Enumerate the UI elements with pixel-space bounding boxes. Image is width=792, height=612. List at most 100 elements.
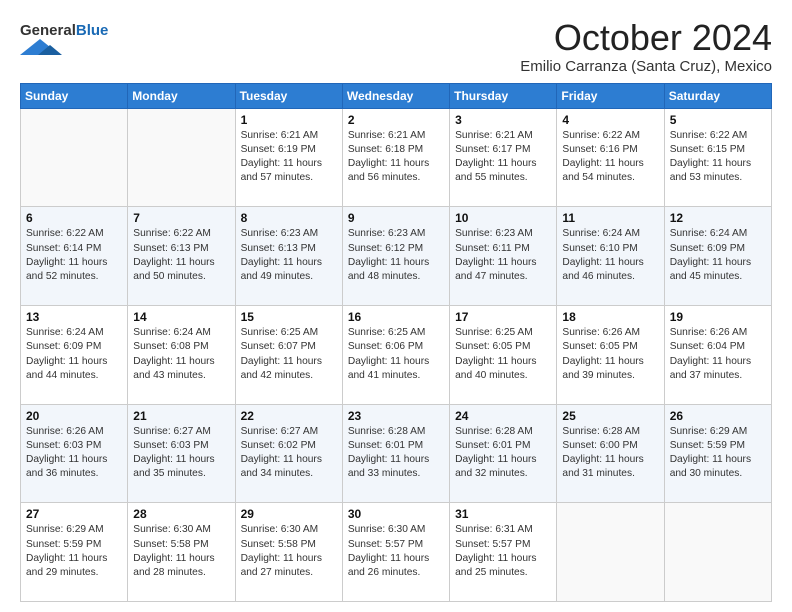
week-row-2: 6Sunrise: 6:22 AM Sunset: 6:14 PM Daylig… xyxy=(21,207,772,306)
header-row: SundayMondayTuesdayWednesdayThursdayFrid… xyxy=(21,83,772,108)
cell-info: Sunrise: 6:21 AM Sunset: 6:19 PM Dayligh… xyxy=(241,129,337,186)
logo: GeneralBlue xyxy=(20,22,108,60)
day-number: 25 xyxy=(562,409,658,423)
cell-info: Sunrise: 6:28 AM Sunset: 6:01 PM Dayligh… xyxy=(348,425,444,482)
week-row-3: 13 Sunrise: 6:24 AM Sunset: 6:09 PM Dayli… xyxy=(21,305,772,404)
day-number: 18 xyxy=(562,310,658,324)
day-number: 29 xyxy=(241,507,337,521)
cell-info: Sunrise: 6:25 AM Sunset: 6:05 PM Dayligh… xyxy=(455,326,551,383)
calendar-cell: 5 Sunrise: 6:22 AM Sunset: 6:15 PM Daylig… xyxy=(664,108,771,207)
day-number: 5 xyxy=(670,113,766,127)
cell-info: Sunrise: 6:24 AM Sunset: 6:09 PM Dayligh… xyxy=(26,326,122,383)
cell-info: Sunrise: 6:28 AM Sunset: 6:00 PM Dayligh… xyxy=(562,425,658,482)
calendar-cell: 21 Sunrise: 6:27 AM Sunset: 6:03 PM Dayli… xyxy=(128,404,235,503)
cell-info: Sunrise: 6:30 AM Sunset: 5:58 PM Dayligh… xyxy=(241,523,337,580)
cell-info: Sunrise: 6:30 AM Sunset: 5:57 PM Dayligh… xyxy=(348,523,444,580)
day-number: 11 xyxy=(562,211,658,225)
day-number: 4 xyxy=(562,113,658,127)
day-number: 17 xyxy=(455,310,551,324)
cell-info: Sunrise: 6:31 AM Sunset: 5:57 PM Dayligh… xyxy=(455,523,551,580)
day-number: 28 xyxy=(133,507,229,521)
logo-text: GeneralBlue xyxy=(20,22,108,39)
day-number: 9 xyxy=(348,211,444,225)
day-number: 23 xyxy=(348,409,444,423)
cell-info: Sunrise: 6:22 AM Sunset: 6:16 PM Dayligh… xyxy=(562,129,658,186)
cell-info: Sunrise: 6:22 AM Sunset: 6:15 PM Dayligh… xyxy=(670,129,766,186)
day-number: 24 xyxy=(455,409,551,423)
calendar-table: SundayMondayTuesdayWednesdayThursdayFrid… xyxy=(20,83,772,602)
calendar-cell: 15Sunrise: 6:25 AM Sunset: 6:07 PM Dayli… xyxy=(235,305,342,404)
day-number: 8 xyxy=(241,211,337,225)
cell-info: Sunrise: 6:27 AM Sunset: 6:02 PM Dayligh… xyxy=(241,425,337,482)
day-number: 13 xyxy=(26,310,122,324)
day-number: 12 xyxy=(670,211,766,225)
day-number: 30 xyxy=(348,507,444,521)
calendar-cell: 16Sunrise: 6:25 AM Sunset: 6:06 PM Dayli… xyxy=(342,305,449,404)
calendar-cell xyxy=(21,108,128,207)
calendar-cell: 13 Sunrise: 6:24 AM Sunset: 6:09 PM Dayli… xyxy=(21,305,128,404)
calendar-cell: 25 Sunrise: 6:28 AM Sunset: 6:00 PM Dayli… xyxy=(557,404,664,503)
cell-info: Sunrise: 6:24 AM Sunset: 6:10 PM Dayligh… xyxy=(562,227,658,284)
cell-info: Sunrise: 6:26 AM Sunset: 6:04 PM Dayligh… xyxy=(670,326,766,383)
day-header-wednesday: Wednesday xyxy=(342,83,449,108)
calendar-cell: 24Sunrise: 6:28 AM Sunset: 6:01 PM Dayli… xyxy=(450,404,557,503)
page: GeneralBlue October 2024 Emilio Carranza… xyxy=(0,0,792,612)
calendar-cell: 28 Sunrise: 6:30 AM Sunset: 5:58 PM Dayli… xyxy=(128,503,235,602)
day-header-monday: Monday xyxy=(128,83,235,108)
day-header-sunday: Sunday xyxy=(21,83,128,108)
cell-info: Sunrise: 6:23 AM Sunset: 6:11 PM Dayligh… xyxy=(455,227,551,284)
day-number: 7 xyxy=(133,211,229,225)
cell-info: Sunrise: 6:21 AM Sunset: 6:17 PM Dayligh… xyxy=(455,129,551,186)
day-number: 16 xyxy=(348,310,444,324)
cell-info: Sunrise: 6:24 AM Sunset: 6:08 PM Dayligh… xyxy=(133,326,229,383)
calendar-cell xyxy=(664,503,771,602)
cell-info: Sunrise: 6:26 AM Sunset: 6:05 PM Dayligh… xyxy=(562,326,658,383)
day-number: 21 xyxy=(133,409,229,423)
logo-blue: Blue xyxy=(76,22,109,39)
calendar-cell: 14 Sunrise: 6:24 AM Sunset: 6:08 PM Dayli… xyxy=(128,305,235,404)
cell-info: Sunrise: 6:30 AM Sunset: 5:58 PM Dayligh… xyxy=(133,523,229,580)
calendar-cell: 17 Sunrise: 6:25 AM Sunset: 6:05 PM Dayli… xyxy=(450,305,557,404)
calendar-cell: 9 Sunrise: 6:23 AM Sunset: 6:12 PM Daylig… xyxy=(342,207,449,306)
calendar-cell: 27 Sunrise: 6:29 AM Sunset: 5:59 PM Dayli… xyxy=(21,503,128,602)
day-number: 14 xyxy=(133,310,229,324)
calendar-cell: 8 Sunrise: 6:23 AM Sunset: 6:13 PM Daylig… xyxy=(235,207,342,306)
calendar-cell: 10 Sunrise: 6:23 AM Sunset: 6:11 PM Dayli… xyxy=(450,207,557,306)
month-title: October 2024 xyxy=(520,18,772,58)
calendar-cell: 7 Sunrise: 6:22 AM Sunset: 6:13 PM Daylig… xyxy=(128,207,235,306)
calendar-cell: 19Sunrise: 6:26 AM Sunset: 6:04 PM Dayli… xyxy=(664,305,771,404)
cell-info: Sunrise: 6:29 AM Sunset: 5:59 PM Dayligh… xyxy=(26,523,122,580)
day-number: 26 xyxy=(670,409,766,423)
calendar-cell: 29 Sunrise: 6:30 AM Sunset: 5:58 PM Dayli… xyxy=(235,503,342,602)
cell-info: Sunrise: 6:26 AM Sunset: 6:03 PM Dayligh… xyxy=(26,425,122,482)
calendar-cell: 22 Sunrise: 6:27 AM Sunset: 6:02 PM Dayli… xyxy=(235,404,342,503)
calendar-cell: 30 Sunrise: 6:30 AM Sunset: 5:57 PM Dayli… xyxy=(342,503,449,602)
day-number: 27 xyxy=(26,507,122,521)
day-number: 22 xyxy=(241,409,337,423)
cell-info: Sunrise: 6:29 AM Sunset: 5:59 PM Dayligh… xyxy=(670,425,766,482)
day-header-saturday: Saturday xyxy=(664,83,771,108)
calendar-cell: 31Sunrise: 6:31 AM Sunset: 5:57 PM Dayli… xyxy=(450,503,557,602)
calendar-cell: 26 Sunrise: 6:29 AM Sunset: 5:59 PM Dayli… xyxy=(664,404,771,503)
calendar-cell: 3 Sunrise: 6:21 AM Sunset: 6:17 PM Daylig… xyxy=(450,108,557,207)
week-row-5: 27 Sunrise: 6:29 AM Sunset: 5:59 PM Dayli… xyxy=(21,503,772,602)
calendar-cell: 20Sunrise: 6:26 AM Sunset: 6:03 PM Dayli… xyxy=(21,404,128,503)
calendar-cell: 2Sunrise: 6:21 AM Sunset: 6:18 PM Daylig… xyxy=(342,108,449,207)
header: GeneralBlue October 2024 Emilio Carranza… xyxy=(20,18,772,75)
cell-info: Sunrise: 6:23 AM Sunset: 6:13 PM Dayligh… xyxy=(241,227,337,284)
calendar-cell: 1Sunrise: 6:21 AM Sunset: 6:19 PM Daylig… xyxy=(235,108,342,207)
cell-info: Sunrise: 6:23 AM Sunset: 6:12 PM Dayligh… xyxy=(348,227,444,284)
cell-info: Sunrise: 6:24 AM Sunset: 6:09 PM Dayligh… xyxy=(670,227,766,284)
calendar-cell xyxy=(557,503,664,602)
day-number: 3 xyxy=(455,113,551,127)
logo-icon xyxy=(20,39,66,55)
day-header-thursday: Thursday xyxy=(450,83,557,108)
calendar-cell: 4 Sunrise: 6:22 AM Sunset: 6:16 PM Daylig… xyxy=(557,108,664,207)
location: Emilio Carranza (Santa Cruz), Mexico xyxy=(520,58,772,75)
calendar-cell: 12 Sunrise: 6:24 AM Sunset: 6:09 PM Dayli… xyxy=(664,207,771,306)
day-header-friday: Friday xyxy=(557,83,664,108)
day-number: 10 xyxy=(455,211,551,225)
cell-info: Sunrise: 6:22 AM Sunset: 6:14 PM Dayligh… xyxy=(26,227,122,284)
cell-info: Sunrise: 6:27 AM Sunset: 6:03 PM Dayligh… xyxy=(133,425,229,482)
cell-info: Sunrise: 6:22 AM Sunset: 6:13 PM Dayligh… xyxy=(133,227,229,284)
